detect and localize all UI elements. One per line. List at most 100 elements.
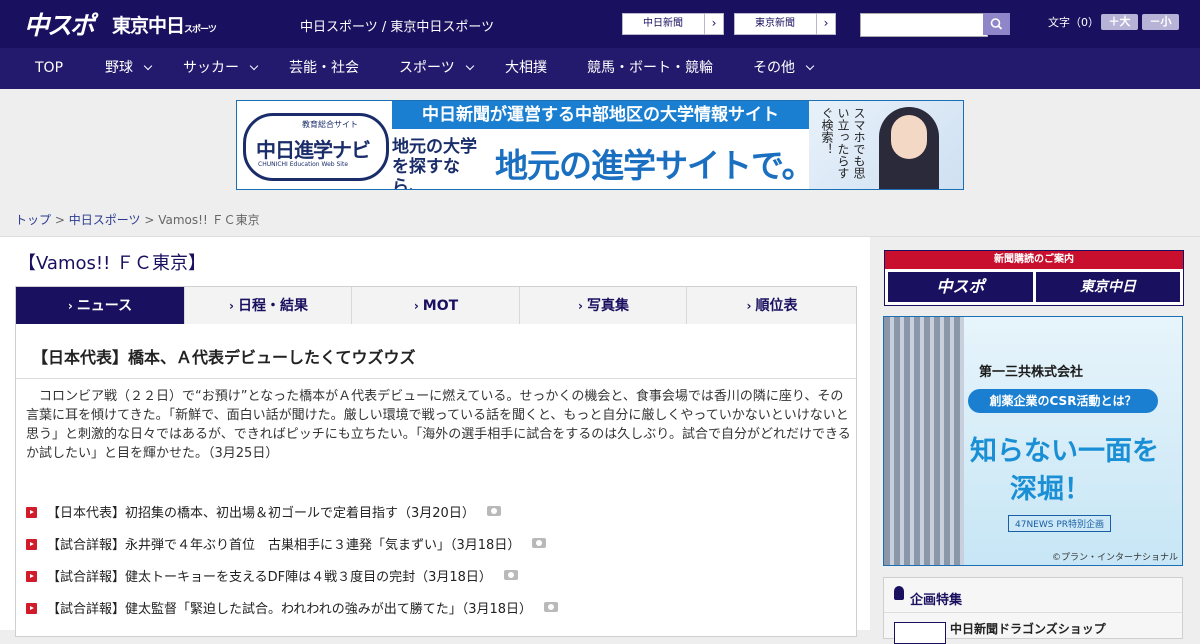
main-nav: TOP 野球 サッカー 芸能・社会 スポーツ 大相撲 競馬・ボート・競輪 その他 xyxy=(0,48,1200,89)
list-item[interactable]: 【日本代表】初招集の橋本、初出場＆初ゴールで定着目指す（3月20日） xyxy=(26,502,501,521)
search-icon xyxy=(990,18,1003,30)
chevron-right-icon: › xyxy=(413,299,419,313)
camera-icon xyxy=(544,602,559,612)
chevron-right-icon: › xyxy=(704,14,723,34)
camera-icon xyxy=(532,538,547,548)
camera-icon xyxy=(486,506,501,516)
category-tabs: › ニュース › 日程・結果 › MOT › 写真集 › 順位表 xyxy=(15,286,857,326)
nav-label: その他 xyxy=(753,60,795,76)
divider xyxy=(16,378,856,379)
nav-label: TOP xyxy=(35,60,64,76)
ad-csr-text: 創薬企業のCSR活動とは？ xyxy=(968,389,1158,413)
tab-label: 写真集 xyxy=(586,298,629,314)
nav-label: 野球 xyxy=(105,60,133,76)
subscription-box[interactable]: 新聞購読のご案内 中スポ 東京中日 xyxy=(884,250,1184,306)
logo-tokyo-chunichi[interactable]: 東京中日スポーツ xyxy=(112,11,217,38)
list-item[interactable]: 【試合詳報】永井弾で４年ぶり首位 古巣相手に３連発「気まずい」（3月18日） xyxy=(26,534,547,553)
feature-title: 企画特集 xyxy=(910,593,963,608)
nav-item-others[interactable]: その他 xyxy=(753,48,815,89)
chevron-down-icon xyxy=(805,61,815,71)
ad-headline-2: 深堀！ xyxy=(1010,474,1091,505)
news-link[interactable]: 【試合詳報】健太トーキョーを支えるDF陣は４戦３度目の完封（3月18日） xyxy=(47,570,492,585)
tab-label: ニュース xyxy=(76,298,133,314)
site-header: 中スポ 東京中日スポーツ 中日スポーツ / 東京中日スポーツ 中日新聞 › 東京… xyxy=(0,0,1200,48)
nav-item-sumo[interactable]: 大相撲 xyxy=(505,48,547,89)
tokyo-shimbun-label: 東京新聞 xyxy=(755,18,795,29)
subscription-title: 新聞購読のご案内 xyxy=(885,251,1183,269)
list-item[interactable]: 【試合詳報】健太監督「緊迫した試合。われわれの強みが出て勝てた」（3月18日） xyxy=(26,598,559,617)
site-title: 中日スポーツ / 東京中日スポーツ xyxy=(300,20,495,35)
chevron-right-icon: › xyxy=(816,14,835,34)
feature-item-link[interactable]: 中日新聞ドラゴンズショップ xyxy=(950,620,1106,637)
tokyo-shimbun-link[interactable]: 東京新聞 › xyxy=(734,13,836,35)
font-smaller-button[interactable]: －小 xyxy=(1142,14,1179,30)
article-body: コロンビア戦（２２日）で“お預け”となった橋本がＡ代表デビューに燃えている。せっ… xyxy=(26,389,851,461)
list-item[interactable]: 【試合詳報】健太トーキョーを支えるDF陣は４戦３度目の完封（3月18日） xyxy=(26,566,518,585)
logo-tokyo-chunichi-text: 東京中日 xyxy=(112,15,185,37)
banner-photo: スマホでも思い立ったらすぐ検索！ xyxy=(809,101,963,189)
subscribe-chuspo-button[interactable]: 中スポ xyxy=(888,272,1033,302)
play-bullet-icon xyxy=(26,507,37,518)
chevron-down-icon xyxy=(465,61,474,71)
tab-photos[interactable]: › 写真集 xyxy=(519,287,687,325)
breadcrumb-current: Vamos!! ＦＣ東京 xyxy=(158,213,260,227)
news-link[interactable]: 【試合詳報】健太監督「緊迫した試合。われわれの強みが出て勝てた」（3月18日） xyxy=(47,602,532,617)
chevron-down-icon xyxy=(249,61,259,71)
tab-mot[interactable]: › MOT xyxy=(351,287,520,325)
search-input[interactable] xyxy=(860,13,988,37)
breadcrumb: トップ > 中日スポーツ > Vamos!! ＦＣ東京 xyxy=(15,211,260,228)
ribbon-icon xyxy=(894,586,904,600)
news-link[interactable]: 【日本代表】初招集の橋本、初出場＆初ゴールで定着目指す（3月20日） xyxy=(47,506,475,521)
page-title: 【Vamos!! ＦＣ東京】 xyxy=(18,253,207,274)
ad-daiichi-sankyo[interactable]: 第一三共株式会社 創薬企業のCSR活動とは？ 知らない一面を 深堀！ 47NEW… xyxy=(883,316,1183,566)
chevron-right-icon: › xyxy=(229,299,234,313)
search-button[interactable] xyxy=(983,13,1010,35)
chunichi-shimbun-link[interactable]: 中日新聞 › xyxy=(622,13,724,35)
nav-item-entertainment[interactable]: 芸能・社会 xyxy=(289,48,359,89)
nav-item-top[interactable]: TOP xyxy=(35,48,63,89)
banner-headline: 中日新聞が運営する中部地区の大学情報サイト xyxy=(392,101,809,129)
article: 【日本代表】橋本、Ａ代表デビューしたくてウズウズ コロンビア戦（２２日）で“お預… xyxy=(15,324,857,487)
nav-label: 大相撲 xyxy=(505,60,547,76)
nav-label: スポーツ xyxy=(399,60,455,76)
related-news-list: 【日本代表】初招集の橋本、初出場＆初ゴールで定着目指す（3月20日） 【試合詳報… xyxy=(15,486,857,637)
font-size-label: 文字（0） xyxy=(1048,16,1099,29)
breadcrumb-separator: > xyxy=(54,213,65,227)
tab-standings[interactable]: › 順位表 xyxy=(686,287,857,325)
breadcrumb-separator: > xyxy=(144,213,155,227)
shingaku-navi-logo: 教育総合サイト 中日進学ナビ CHUNICHI Education Web Si… xyxy=(243,113,389,181)
play-bullet-icon xyxy=(26,603,37,614)
feature-thumbnail[interactable] xyxy=(894,622,946,644)
banner-left-text: 地元の大学を探すなら、 xyxy=(392,137,477,190)
logo-english: CHUNICHI Education Web Site xyxy=(258,161,349,168)
banner-big-text: 地元の進学サイトで。 xyxy=(495,146,815,185)
tab-label: MOT xyxy=(422,298,459,314)
ad-banner-shingaku-navi[interactable]: 教育総合サイト 中日進学ナビ CHUNICHI Education Web Si… xyxy=(236,100,964,190)
ad-company: 第一三共株式会社 xyxy=(979,365,1084,380)
nav-item-baseball[interactable]: 野球 xyxy=(105,48,153,89)
nav-item-soccer[interactable]: サッカー xyxy=(183,48,259,89)
logo-tokyo-chunichi-small: スポーツ xyxy=(184,25,217,35)
ad-copyright: ©プラン・インターナショナル xyxy=(1051,553,1178,563)
play-bullet-icon xyxy=(26,571,37,582)
chevron-right-icon: › xyxy=(67,299,73,313)
breadcrumb-chunichi-sports[interactable]: 中日スポーツ xyxy=(69,213,141,227)
nav-label: サッカー xyxy=(183,60,239,76)
news-link[interactable]: 【試合詳報】永井弾で４年ぶり首位 古巣相手に３連発「気まずい」（3月18日） xyxy=(47,538,520,553)
banner-vertical-text: スマホでも思い立ったらすぐ検索！ xyxy=(820,107,866,179)
nav-item-racing[interactable]: 競馬・ボート・競輪 xyxy=(587,48,713,89)
tab-news[interactable]: › ニュース xyxy=(16,287,184,325)
chevron-down-icon xyxy=(143,61,153,71)
tab-label: 日程・結果 xyxy=(237,298,308,314)
subscribe-tokyo-chunichi-button[interactable]: 東京中日 xyxy=(1036,272,1180,302)
divider xyxy=(884,612,1182,613)
nav-item-sports[interactable]: スポーツ xyxy=(399,48,474,89)
article-title: 【日本代表】橋本、Ａ代表デビューしたくてウズウズ xyxy=(32,348,416,367)
ad-47news-label: 47NEWS PR特別企画 xyxy=(1008,515,1112,532)
logo-chuspo[interactable]: 中スポ xyxy=(24,6,95,42)
tab-schedule-results[interactable]: › 日程・結果 xyxy=(184,287,352,325)
chevron-right-icon: › xyxy=(578,299,583,313)
breadcrumb-top[interactable]: トップ xyxy=(15,213,51,227)
font-bigger-button[interactable]: ＋大 xyxy=(1101,14,1138,30)
tab-label: 順位表 xyxy=(755,298,798,314)
